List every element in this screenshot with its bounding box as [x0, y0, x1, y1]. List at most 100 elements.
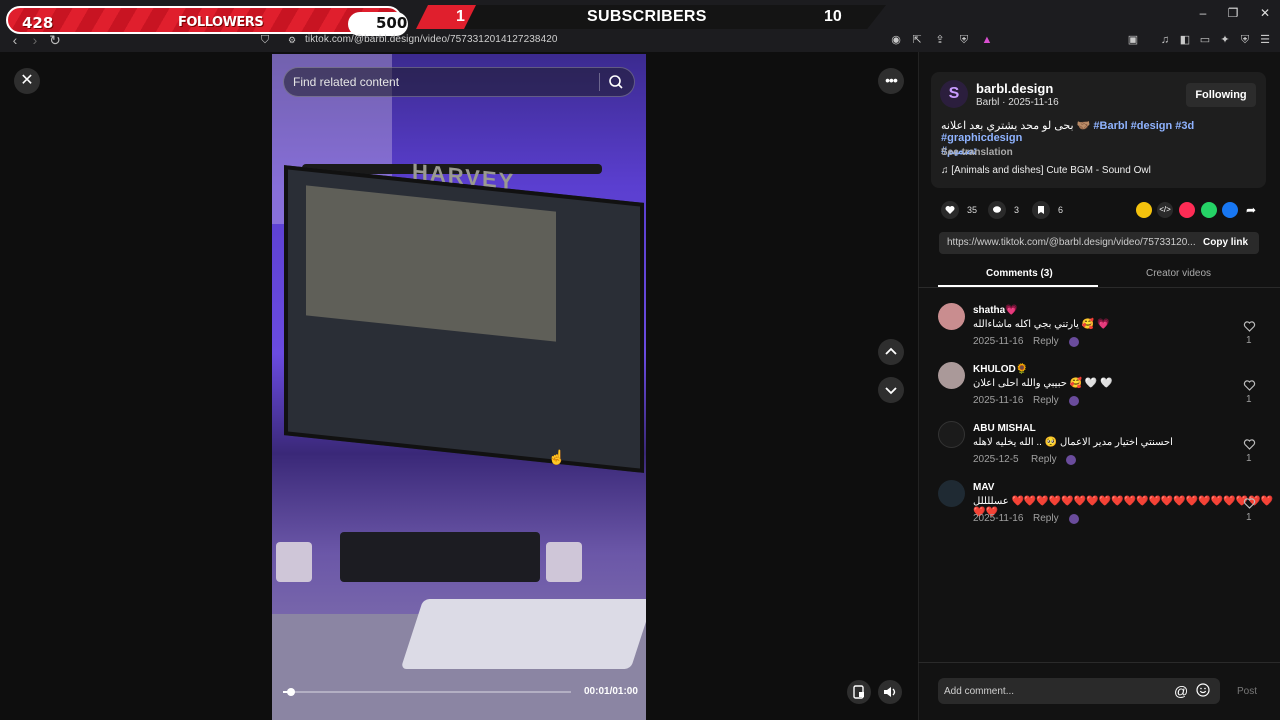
wallet-icon[interactable]: ▭	[1198, 33, 1212, 47]
comment-author[interactable]: shatha💗	[973, 305, 1018, 316]
ai-sparkle-icon[interactable]: ✦	[1218, 33, 1232, 47]
next-video-button[interactable]	[878, 377, 904, 403]
comment-like-count: 1	[1246, 335, 1252, 346]
cast-icon[interactable]: ◉	[889, 33, 903, 47]
previous-video-button[interactable]	[878, 339, 904, 365]
close-icon: ✕	[20, 72, 34, 89]
monitor-screen	[306, 185, 556, 342]
reply-button[interactable]: Reply	[1031, 454, 1057, 465]
mention-icon[interactable]: @	[1174, 683, 1188, 699]
related-search-placeholder: Find related content	[293, 75, 400, 89]
comment-like-icon[interactable]	[1243, 379, 1256, 392]
volume-icon	[884, 687, 896, 697]
reply-button[interactable]: Reply	[1033, 395, 1059, 406]
like-action[interactable]: 35	[941, 201, 977, 219]
emoji-icon[interactable]	[1196, 683, 1210, 697]
send-icon[interactable]	[1179, 202, 1195, 218]
site-info-icon[interactable]: ⚙	[285, 33, 299, 47]
progress-knob[interactable]	[286, 688, 295, 696]
video-player[interactable]: HARVEY	[272, 54, 646, 720]
open-external-icon[interactable]: ⇱	[910, 33, 924, 47]
comment-author[interactable]: KHULOD🌻	[973, 364, 1028, 375]
comment-text: احسنتي اختيار مدير الاعمال 🥺 .. الله يخل…	[973, 437, 1173, 448]
followers-label: FOLLOWERS	[178, 15, 264, 30]
comment-text: حبيبي والله احلى اعلان 🥰 🤍 🤍	[973, 378, 1113, 389]
volume-button[interactable]	[878, 680, 902, 704]
comment-date: 2025-11-16	[973, 513, 1024, 524]
tab-creator-videos[interactable]: Creator videos	[1146, 268, 1211, 279]
video-time: 00:01/01:00	[584, 686, 638, 697]
music-icon[interactable]: ♫	[1158, 33, 1172, 47]
composer-divider	[918, 662, 1280, 663]
comment-avatar[interactable]	[938, 480, 965, 507]
speaker	[340, 532, 540, 582]
back-icon[interactable]: ‹	[7, 32, 23, 48]
post-button[interactable]: Post	[1237, 686, 1257, 697]
sidebar-icon[interactable]: ◧	[1178, 33, 1192, 47]
close-window-icon[interactable]: ✕	[1258, 6, 1272, 20]
more-options-button[interactable]: •••	[878, 68, 904, 94]
copy-link-button[interactable]: Copy link	[1203, 237, 1248, 248]
minimize-icon[interactable]: –	[1196, 6, 1210, 20]
reply-button[interactable]: Reply	[1033, 336, 1059, 347]
followers-goal: 500	[376, 14, 408, 32]
plant-right	[546, 542, 582, 582]
comment-date: 2025-12-5	[973, 454, 1019, 465]
save-action[interactable]: 6	[1032, 201, 1063, 219]
music-link[interactable]: ♫ [Animals and dishes] Cute BGM - Sound …	[941, 165, 1151, 176]
see-translation-link[interactable]: See translation	[941, 147, 1013, 158]
chevron-down-icon	[885, 387, 897, 395]
emoji-share-icon[interactable]	[1136, 202, 1152, 218]
progress-bar[interactable]	[283, 691, 571, 693]
following-button[interactable]: Following	[1186, 83, 1256, 107]
search-icon[interactable]	[608, 74, 624, 90]
tab-comments[interactable]: Comments (3)	[986, 268, 1053, 279]
tab-divider	[918, 287, 1280, 288]
bookmark-icon[interactable]: ⛉	[258, 33, 272, 47]
restore-icon[interactable]: ❐	[1226, 6, 1240, 20]
shield-icon[interactable]: ⛨	[957, 33, 971, 47]
creator-badge-icon	[1069, 396, 1079, 406]
facebook-icon[interactable]	[1222, 202, 1238, 218]
comment-like-count: 1	[1246, 394, 1252, 405]
close-video-button[interactable]: ✕	[14, 68, 40, 94]
creator-badge-icon	[1069, 337, 1079, 347]
save-count: 6	[1058, 205, 1064, 215]
comment-author[interactable]: ABU MISHAL	[973, 423, 1036, 434]
heart-icon	[941, 201, 959, 219]
comment-avatar[interactable]	[938, 362, 965, 389]
video-link: https://www.tiktok.com/@barbl.design/vid…	[947, 237, 1196, 248]
comment-count: 3	[1014, 205, 1020, 215]
reply-button[interactable]: Reply	[1033, 513, 1059, 524]
comment-avatar[interactable]	[938, 303, 965, 330]
subscribers-goal: 10	[824, 8, 842, 25]
vpn-shield-icon[interactable]: ⛨	[1238, 33, 1252, 47]
comment-author[interactable]: MAV	[973, 482, 994, 493]
comment-like-icon[interactable]	[1243, 497, 1256, 510]
description-text: بحى لو محد يشتري بعد اعلانه 🤝🏽	[941, 120, 1094, 132]
share-arrow-icon[interactable]: ➦	[1243, 202, 1259, 218]
comment-action[interactable]: 3	[988, 201, 1019, 219]
followers-banner: 428 FOLLOWERS 500	[6, 6, 408, 36]
extension-triangle-icon[interactable]: ▲	[980, 33, 994, 47]
comment-like-icon[interactable]	[1243, 438, 1256, 451]
author-avatar[interactable]: S	[940, 80, 968, 108]
comment-avatar[interactable]	[938, 421, 965, 448]
comment-like-icon[interactable]	[1243, 320, 1256, 333]
monitor	[284, 165, 644, 473]
tab-icon[interactable]: ▣	[1126, 33, 1140, 47]
followers-current: 428	[22, 14, 54, 32]
tab-active-underline	[938, 285, 1098, 287]
search-divider	[599, 73, 600, 91]
creator-badge-icon	[1066, 455, 1076, 465]
whatsapp-icon[interactable]	[1201, 202, 1217, 218]
menu-icon[interactable]: ☰	[1258, 33, 1272, 47]
share-page-icon[interactable]: ⇪	[933, 33, 947, 47]
embed-icon[interactable]: </>	[1157, 202, 1173, 218]
comment-icon	[988, 201, 1006, 219]
author-name[interactable]: barbl.design	[976, 81, 1053, 96]
pip-button[interactable]	[847, 680, 871, 704]
reload-icon[interactable]: ↻	[47, 32, 63, 48]
forward-icon[interactable]: ›	[27, 32, 43, 48]
url-bar[interactable]: tiktok.com/@barbl.design/video/757331201…	[305, 34, 558, 45]
